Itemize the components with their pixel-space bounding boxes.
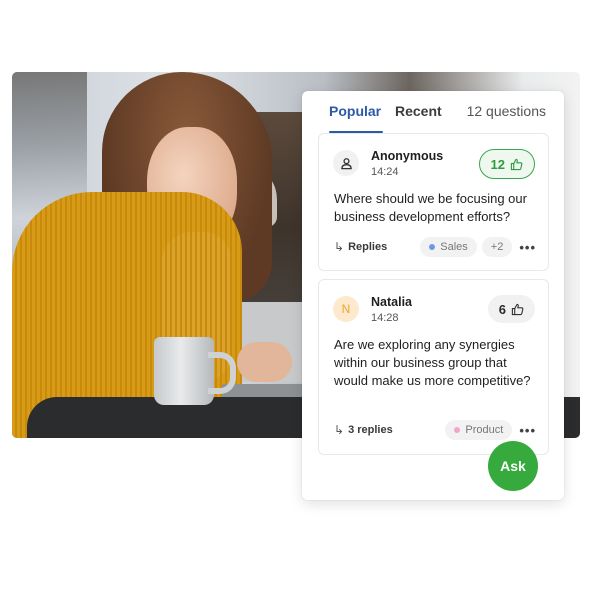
reply-arrow-icon: ↳ xyxy=(334,240,345,254)
question-footer: ↳ 3 replies Product ••• xyxy=(334,419,536,441)
author-name: Natalia xyxy=(371,295,412,309)
thumbs-up-icon xyxy=(511,303,524,315)
more-tags-badge[interactable]: +2 xyxy=(481,237,513,257)
author-name: Anonymous xyxy=(371,149,444,163)
questions-panel: Popular Recent 12 questions Anonymous 14… xyxy=(302,91,564,500)
avatar xyxy=(333,150,359,176)
question-card[interactable]: N Natalia 14:28 6 Are we exploring any s… xyxy=(318,279,549,455)
tag-product[interactable]: Product xyxy=(445,420,513,440)
tag-sales[interactable]: Sales xyxy=(420,237,477,257)
tag-label: Sales xyxy=(440,241,468,253)
vote-count: 6 xyxy=(498,301,506,317)
tag-color-dot xyxy=(454,427,461,433)
photo-mug xyxy=(154,337,214,405)
reply-arrow-icon: ↳ xyxy=(334,423,345,437)
user-icon xyxy=(340,157,352,169)
ask-button[interactable]: Ask xyxy=(488,441,538,491)
thumbs-up-icon xyxy=(510,158,523,170)
more-options-icon[interactable]: ••• xyxy=(519,423,536,438)
tab-bar: Popular Recent 12 questions xyxy=(302,91,564,133)
timestamp: 14:24 xyxy=(371,166,399,178)
more-options-icon[interactable]: ••• xyxy=(519,240,536,255)
tab-recent[interactable]: Recent xyxy=(395,103,442,119)
question-card[interactable]: Anonymous 14:24 12 Where should we be fo… xyxy=(318,133,549,271)
replies-label: 3 replies xyxy=(348,424,393,436)
tab-popular[interactable]: Popular xyxy=(329,103,381,119)
replies-link[interactable]: ↳ Replies xyxy=(334,240,387,254)
timestamp: 14:28 xyxy=(371,312,399,324)
replies-link[interactable]: ↳ 3 replies xyxy=(334,423,393,437)
upvote-button[interactable]: 12 xyxy=(478,149,535,179)
photo-mug-handle xyxy=(208,352,236,394)
tag-label: Product xyxy=(465,424,504,436)
tag-color-dot xyxy=(429,244,436,250)
upvote-button[interactable]: 6 xyxy=(487,295,535,323)
question-text: Where should we be focusing our business… xyxy=(334,191,527,224)
question-count: 12 questions xyxy=(466,103,546,119)
avatar: N xyxy=(333,296,359,322)
question-text: Are we exploring any synergies within ou… xyxy=(334,337,531,388)
question-footer: ↳ Replies Sales +2 ••• xyxy=(334,236,536,258)
vote-count: 12 xyxy=(490,156,505,172)
replies-label: Replies xyxy=(348,241,388,253)
photo-person-hand xyxy=(237,342,292,382)
